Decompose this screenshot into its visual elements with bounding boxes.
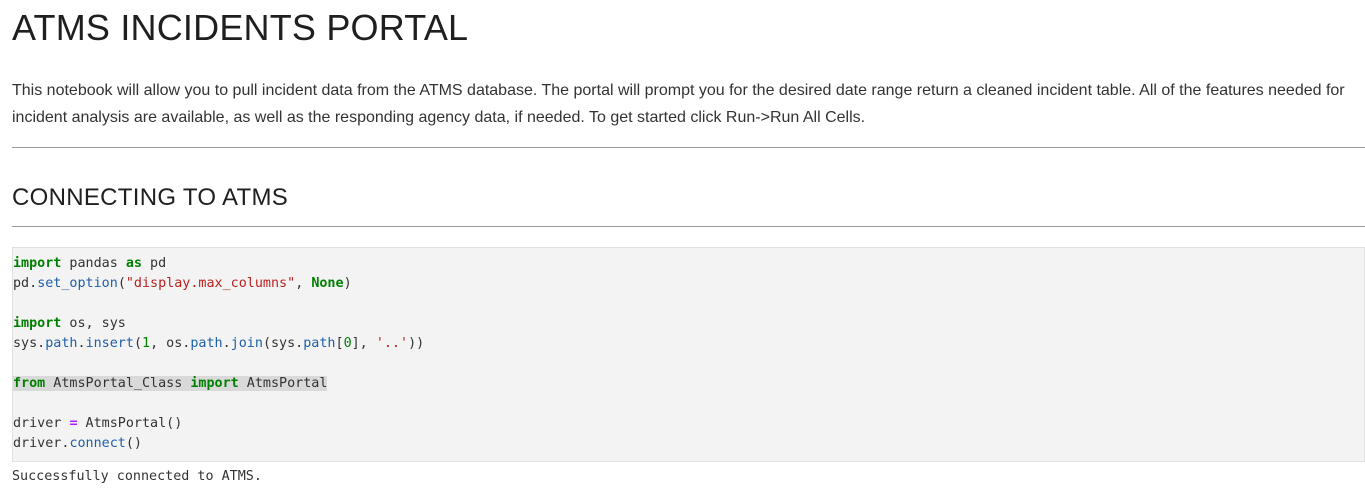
code-line-7: from AtmsPortal_Class import AtmsPortal — [13, 374, 1364, 394]
divider — [12, 147, 1365, 148]
code-text: driver. — [13, 436, 70, 451]
code-text: os, sys — [61, 316, 126, 331]
code-text: pd — [142, 256, 167, 271]
code-text: , — [295, 276, 312, 291]
code-text: () — [125, 436, 142, 451]
divider — [12, 226, 1365, 227]
code-attribute: join — [230, 336, 263, 351]
code-text: pandas — [61, 256, 126, 271]
code-attribute: connect — [69, 436, 126, 451]
code-text: pd. — [13, 276, 38, 291]
intro-paragraph: This notebook will allow you to pull inc… — [12, 82, 1345, 126]
code-keyword: None — [311, 276, 344, 291]
code-attribute: path — [190, 336, 223, 351]
notebook: ATMS INCIDENTS PORTAL This notebook will… — [12, 0, 1365, 487]
code-text: )) — [408, 336, 425, 351]
code-text: [ — [335, 336, 344, 351]
code-operator: = — [69, 416, 78, 431]
code-line-10: driver.connect() — [13, 434, 1364, 454]
code-attribute: set_option — [37, 276, 118, 291]
code-text: sys. — [13, 336, 46, 351]
code-string: '..' — [375, 336, 409, 351]
code-keyword: import — [13, 316, 62, 331]
code-string: "display.max_columns" — [125, 276, 296, 291]
code-attribute: path — [45, 336, 78, 351]
code-text: . — [222, 336, 231, 351]
code-number: 0 — [343, 336, 352, 351]
code-line-2: pd.set_option("display.max_columns", Non… — [13, 274, 1364, 294]
code-line-1: import pandas as pd — [13, 254, 1364, 274]
code-text: , os. — [150, 336, 191, 351]
code-attribute: insert — [85, 336, 134, 351]
code-keyword: as — [125, 256, 142, 271]
code-keyword: from — [13, 376, 46, 391]
code-text: AtmsPortal — [238, 376, 328, 391]
section-heading: CONNECTING TO ATMS — [12, 184, 289, 211]
code-text: AtmsPortal() — [77, 416, 183, 431]
code-text: driver — [13, 416, 70, 431]
code-attribute: path — [303, 336, 336, 351]
cell-output: Successfully connected to ATMS. — [12, 469, 262, 484]
code-text: (sys. — [262, 336, 304, 351]
code-text: ( — [133, 336, 142, 351]
code-cell[interactable]: import pandas as pd pd.set_option("displ… — [12, 247, 1365, 462]
code-highlight: from AtmsPortal_Class import AtmsPortal — [13, 376, 328, 391]
code-text: AtmsPortal_Class — [45, 376, 191, 391]
code-keyword: import — [190, 376, 239, 391]
code-line-5: sys.path.insert(1, os.path.join(sys.path… — [13, 334, 1364, 354]
code-text: ( — [117, 276, 126, 291]
code-text: ], — [351, 336, 376, 351]
code-line-4: import os, sys — [13, 314, 1364, 334]
code-line-9: driver = AtmsPortal() — [13, 414, 1364, 434]
page-title: ATMS INCIDENTS PORTAL — [12, 7, 469, 48]
code-text: ) — [343, 276, 352, 291]
code-number: 1 — [142, 336, 151, 351]
code-text: . — [77, 336, 86, 351]
code-keyword: import — [13, 256, 62, 271]
